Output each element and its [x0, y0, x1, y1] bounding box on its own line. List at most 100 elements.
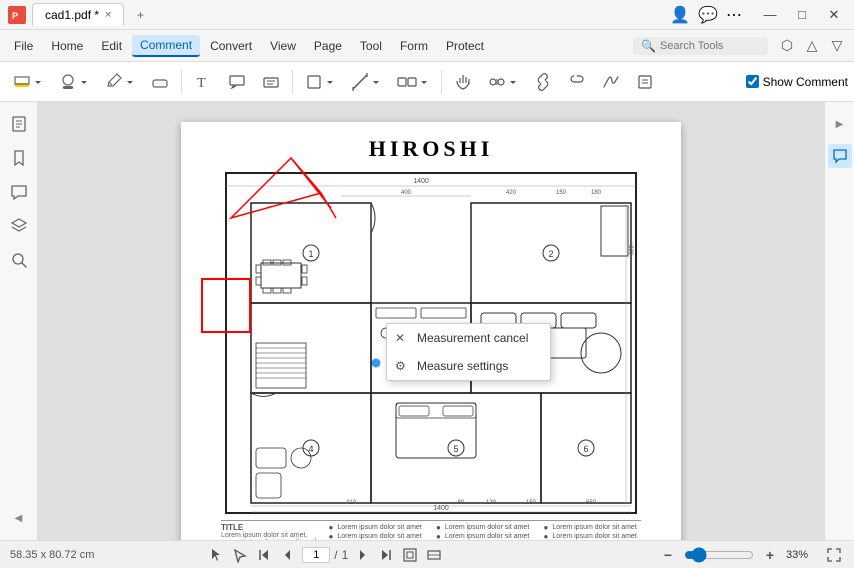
zoom-level-display: 33% — [786, 549, 818, 561]
link-tool-btn[interactable] — [527, 68, 559, 96]
show-comment-checkbox[interactable] — [746, 75, 759, 88]
right-sidebar-expand-btn[interactable]: ▶ — [833, 110, 847, 138]
zoom-out-btn[interactable]: − — [658, 545, 678, 565]
expand-icon[interactable]: △ — [801, 35, 823, 57]
search-tools[interactable]: 🔍 — [633, 37, 768, 55]
measure-settings-item[interactable]: ⚙ Measure settings — [387, 352, 550, 380]
cursor-tool-btn[interactable] — [206, 545, 226, 565]
new-tab-btn[interactable]: + — [130, 5, 150, 25]
page-number-input[interactable] — [302, 547, 330, 563]
dimensions-text: 58.35 x 80.72 cm — [10, 549, 94, 561]
status-dimensions: 58.35 x 80.72 cm — [10, 549, 94, 561]
footer-item-3: ● Lorem ipsum dolor sit amet — [436, 523, 534, 532]
fit-page-btn[interactable] — [400, 545, 420, 565]
comment-panel-icon[interactable] — [828, 144, 852, 168]
menu-protect[interactable]: Protect — [438, 36, 492, 56]
svg-text:650: 650 — [586, 500, 597, 506]
page-area: HIROSHI 1400 400 — [38, 102, 824, 540]
eraser-tool-btn[interactable] — [144, 68, 176, 96]
toolbar: T Show Comment — [0, 62, 854, 102]
close-btn[interactable]: ✕ — [822, 3, 846, 27]
pencil-tool-btn[interactable] — [98, 68, 142, 96]
prev-page-btn[interactable] — [278, 545, 298, 565]
next-page-btn[interactable] — [352, 545, 372, 565]
callout-tool-btn[interactable] — [221, 68, 253, 96]
first-page-btn[interactable] — [254, 545, 274, 565]
measure-settings-label: Measure settings — [417, 359, 508, 373]
text-review-btn[interactable] — [629, 68, 661, 96]
external-link-icon[interactable]: ⬡ — [776, 35, 798, 57]
right-sidebar: ▶ — [824, 102, 854, 540]
hand-tool-btn[interactable] — [447, 68, 479, 96]
measurement-cancel-label: Measurement cancel — [417, 331, 528, 345]
menu-file[interactable]: File — [6, 36, 41, 56]
menu-convert[interactable]: Convert — [202, 36, 260, 56]
document-tab[interactable]: cad1.pdf * × — [32, 3, 124, 26]
fullscreen-btn[interactable] — [824, 545, 844, 565]
titlebar-left: P cad1.pdf * × + — [8, 3, 150, 26]
select-tool-btn[interactable] — [230, 545, 250, 565]
menu-form[interactable]: Form — [392, 36, 436, 56]
stamp-tool-btn[interactable] — [52, 68, 96, 96]
svg-text:150: 150 — [526, 500, 537, 506]
svg-text:T: T — [197, 76, 206, 91]
minimize-btn[interactable]: — — [758, 3, 782, 27]
app-icon: P — [8, 6, 26, 24]
connect-tool-btn[interactable] — [390, 68, 436, 96]
collapse-icon[interactable]: ▽ — [826, 35, 848, 57]
toolbar-separator-3 — [441, 70, 442, 94]
footer-col-items3: ● Lorem ipsum dolor sit amet ● Lorem ips… — [544, 523, 642, 540]
more-options-icon[interactable]: ⋯ — [726, 5, 742, 25]
footer-item-6: ● Lorem ipsum dolor sit amet — [544, 532, 642, 540]
svg-text:150: 150 — [556, 190, 567, 196]
sidebar-layers-icon[interactable] — [5, 212, 33, 240]
profile-icon-2[interactable]: 💬 — [698, 5, 718, 25]
sidebar-pages-icon[interactable] — [5, 110, 33, 138]
main-area: ◀ HIROSHI 1400 — [0, 102, 854, 540]
pdf-footer: TITLE Lorem ipsum dolor sit amet, consec… — [221, 520, 641, 540]
sidebar-comment-icon[interactable] — [5, 178, 33, 206]
cancel-icon: ✕ — [395, 331, 405, 345]
footer-item-4: ● Lorem ipsum dolor sit amet — [436, 532, 534, 540]
svg-text:400: 400 — [401, 190, 412, 196]
footer-title-label: TITLE — [221, 523, 319, 532]
fit-width-btn[interactable] — [424, 545, 444, 565]
toolbar-separator-2 — [292, 70, 293, 94]
show-comment-toggle[interactable]: Show Comment — [746, 75, 848, 89]
group-tool-btn[interactable] — [481, 68, 525, 96]
highlight-tool-btn[interactable] — [6, 68, 50, 96]
footer-text-1: Lorem ipsum dolor sit amet, consectetur … — [221, 532, 319, 540]
sidebar-bookmark-icon[interactable] — [5, 144, 33, 172]
zoom-slider[interactable] — [684, 547, 754, 563]
svg-text:180: 180 — [591, 190, 602, 196]
textbox-tool-btn[interactable] — [255, 68, 287, 96]
footer-col-items: ● Lorem ipsum dolor sit amet ● Lorem ips… — [329, 523, 427, 540]
search-input[interactable] — [660, 40, 760, 52]
menu-tool[interactable]: Tool — [352, 36, 390, 56]
svg-text:1: 1 — [308, 249, 313, 259]
menu-page[interactable]: Page — [306, 36, 350, 56]
menu-comment[interactable]: Comment — [132, 35, 200, 57]
profile-icon-1[interactable]: 👤 — [670, 5, 690, 25]
svg-text:300: 300 — [627, 245, 633, 256]
measurement-cancel-item[interactable]: ✕ Measurement cancel — [387, 324, 550, 352]
clip-tool-btn[interactable] — [561, 68, 593, 96]
menu-view[interactable]: View — [262, 36, 304, 56]
left-sidebar-expand-btn[interactable]: ◀ — [12, 504, 26, 532]
maximize-btn[interactable]: □ — [790, 3, 814, 27]
sidebar-search-icon[interactable] — [5, 246, 33, 274]
svg-text:1400: 1400 — [433, 505, 449, 512]
text-tool-btn[interactable]: T — [187, 68, 219, 96]
measure-tool-btn[interactable] — [344, 68, 388, 96]
page-navigation: / 1 — [206, 545, 444, 565]
menu-home[interactable]: Home — [43, 36, 91, 56]
page-total: 1 — [342, 548, 349, 562]
menu-edit[interactable]: Edit — [93, 36, 130, 56]
tab-close-btn[interactable]: × — [105, 9, 111, 21]
show-comment-label: Show Comment — [763, 75, 848, 89]
shapes-tool-btn[interactable] — [298, 68, 342, 96]
sign-tool-btn[interactable] — [595, 68, 627, 96]
footer-item-5: ● Lorem ipsum dolor sit amet — [544, 523, 642, 532]
last-page-btn[interactable] — [376, 545, 396, 565]
zoom-in-btn[interactable]: + — [760, 545, 780, 565]
